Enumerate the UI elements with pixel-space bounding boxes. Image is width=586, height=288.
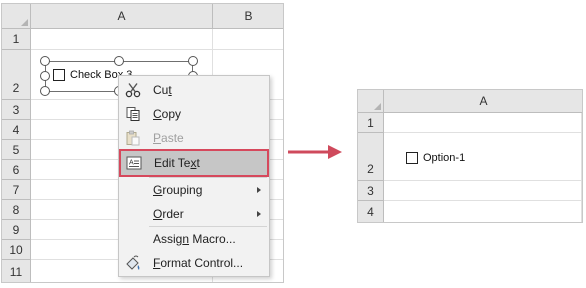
column-header-b[interactable]: B — [213, 4, 283, 29]
row-header-1[interactable]: 1 — [358, 113, 384, 133]
menu-item-label: Format Control... — [153, 256, 244, 270]
row-header-2[interactable]: 2 — [2, 50, 31, 100]
row-header-8[interactable]: 8 — [2, 200, 31, 220]
select-all-corner[interactable] — [358, 90, 384, 113]
menu-item-edit-text[interactable]: A Edit Text — [119, 149, 269, 177]
menu-item-copy[interactable]: Copy — [119, 102, 269, 126]
context-menu: Cut Copy Paste A Edit Text Grouping Orde… — [118, 75, 270, 277]
row-header-4[interactable]: 4 — [2, 120, 31, 140]
row-header-6[interactable]: 6 — [2, 160, 31, 180]
menu-item-cut[interactable]: Cut — [119, 78, 269, 102]
row-header-9[interactable]: 9 — [2, 220, 31, 240]
svg-text:A: A — [129, 160, 134, 167]
menu-item-label: Order — [153, 207, 184, 221]
resize-handle-top-middle[interactable] — [114, 56, 124, 66]
menu-item-grouping[interactable]: Grouping — [119, 178, 269, 202]
menu-item-label: Assign Macro... — [153, 232, 236, 246]
menu-item-label: Copy — [153, 107, 182, 121]
select-all-corner[interactable] — [2, 4, 31, 29]
copy-icon — [126, 107, 140, 121]
edit-text-icon: A — [126, 156, 142, 170]
gridline — [31, 49, 283, 50]
gridline — [384, 180, 582, 181]
column-header-a[interactable]: A — [384, 90, 582, 113]
format-control-icon — [126, 255, 140, 270]
scissors-icon — [125, 83, 141, 98]
resize-handle-bottom-left[interactable] — [40, 86, 50, 96]
menu-item-format-control[interactable]: Format Control... — [119, 251, 269, 275]
checkbox-label: Option-1 — [423, 152, 466, 164]
gridline — [384, 200, 582, 201]
checkbox-box[interactable] — [406, 152, 418, 164]
row-header-3[interactable]: 3 — [358, 181, 384, 201]
resize-handle-top-left[interactable] — [40, 56, 50, 66]
gridline — [581, 113, 582, 222]
menu-item-order[interactable]: Order — [119, 202, 269, 226]
paste-icon — [126, 130, 140, 146]
menu-item-paste[interactable]: Paste — [119, 126, 269, 150]
submenu-arrow-icon — [257, 187, 261, 193]
resize-handle-top-right[interactable] — [188, 56, 198, 66]
menu-item-label: Grouping — [153, 183, 203, 197]
row-header-5[interactable]: 5 — [2, 140, 31, 160]
column-header-a[interactable]: A — [31, 4, 213, 29]
row-header-2[interactable]: 2 — [358, 133, 384, 181]
row-header-1[interactable]: 1 — [2, 29, 31, 50]
gridline — [384, 132, 582, 133]
menu-item-label: Paste — [153, 131, 184, 145]
arrow-right-icon — [288, 145, 342, 159]
menu-item-assign-macro[interactable]: Assign Macro... — [119, 227, 269, 251]
resize-handle-middle-left[interactable] — [40, 71, 50, 81]
menu-item-label: Cut — [153, 83, 172, 97]
row-header-7[interactable]: 7 — [2, 180, 31, 200]
checkbox-control[interactable]: Option-1 — [406, 152, 465, 164]
row-header-3[interactable]: 3 — [2, 100, 31, 120]
right-spreadsheet: A 1 2 3 4 Option-1 — [357, 89, 583, 223]
row-header-11[interactable]: 11 — [2, 260, 31, 282]
row-header-4[interactable]: 4 — [358, 201, 384, 222]
submenu-arrow-icon — [257, 211, 261, 217]
row-header-10[interactable]: 10 — [2, 240, 31, 260]
checkbox-box[interactable] — [53, 69, 65, 81]
menu-item-label: Edit Text — [154, 156, 200, 170]
